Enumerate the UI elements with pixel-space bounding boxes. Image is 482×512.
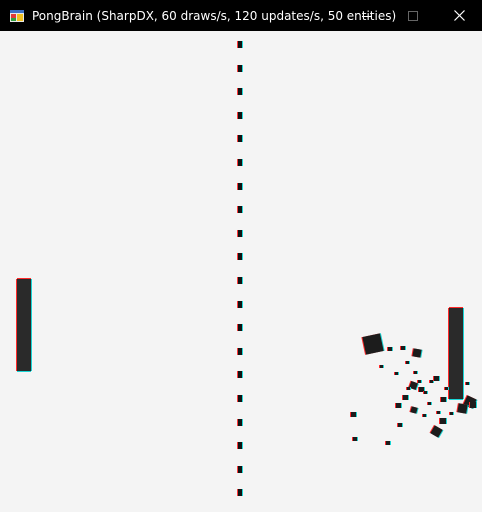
ball-fragment <box>466 382 469 385</box>
ball-fragment <box>410 406 418 414</box>
ball-fragment-large <box>362 333 384 355</box>
ball-fragment <box>380 365 383 368</box>
net-segment <box>238 206 242 213</box>
net-segment <box>238 230 242 237</box>
net-segment <box>238 324 242 331</box>
net-segment <box>238 135 242 142</box>
window-title: PongBrain (SharpDX, 60 draws/s, 120 upda… <box>32 8 397 23</box>
ball-fragment <box>445 387 448 390</box>
game-window: PongBrain (SharpDX, 60 draws/s, 120 upda… <box>0 0 482 512</box>
net-segment <box>238 489 242 496</box>
net-segment <box>238 159 242 166</box>
net-segment <box>238 41 242 48</box>
left-paddle <box>17 279 31 371</box>
net-segment <box>238 253 242 260</box>
net-segment <box>238 112 242 119</box>
ball-fragment <box>353 437 357 441</box>
ball-fragment <box>434 376 439 381</box>
ball-fragment <box>418 380 421 383</box>
ball-fragment <box>437 411 440 414</box>
close-icon <box>453 10 465 21</box>
ball-fragment <box>403 395 408 400</box>
net-segment <box>238 65 242 72</box>
title-bar[interactable]: PongBrain (SharpDX, 60 draws/s, 120 upda… <box>0 0 482 31</box>
net-segment <box>238 88 242 95</box>
minimize-icon <box>362 15 372 17</box>
game-canvas[interactable] <box>0 31 482 512</box>
net-segment <box>238 183 242 190</box>
maximize-button[interactable] <box>390 0 436 31</box>
ball-fragment <box>430 425 443 438</box>
ball-fragment <box>386 441 390 445</box>
maximize-icon <box>408 10 418 21</box>
ball-fragment <box>351 412 356 417</box>
close-button[interactable] <box>436 0 482 31</box>
ball-fragment <box>406 361 409 364</box>
ball-fragment <box>430 380 433 383</box>
ball-fragment <box>450 412 453 415</box>
net-segment <box>238 466 242 473</box>
net-segment <box>238 419 242 426</box>
ball-fragment <box>407 387 410 390</box>
ball-fragment <box>412 348 422 358</box>
minimize-button[interactable] <box>344 0 390 31</box>
net-segment <box>238 442 242 449</box>
ball-fragment <box>470 402 476 408</box>
ball-fragment <box>414 371 417 374</box>
ball-fragment <box>441 397 446 402</box>
net-segment <box>238 371 242 378</box>
ball-fragment <box>423 414 426 417</box>
ball-fragment <box>398 423 402 427</box>
ball-fragment <box>428 402 431 405</box>
ball-fragment <box>440 418 446 424</box>
ball-fragment <box>396 403 401 408</box>
ball-fragment <box>457 403 468 414</box>
net-segment <box>238 395 242 402</box>
ball-fragment <box>409 381 418 390</box>
app-window-icon[interactable] <box>9 8 25 24</box>
net-segment <box>238 348 242 355</box>
ball-fragment <box>401 346 405 350</box>
net-segment <box>238 301 242 308</box>
net-segment <box>238 277 242 284</box>
ball-fragment <box>395 372 398 375</box>
ball-fragment <box>424 391 427 394</box>
ball-fragment <box>388 347 392 351</box>
right-paddle <box>449 308 463 399</box>
